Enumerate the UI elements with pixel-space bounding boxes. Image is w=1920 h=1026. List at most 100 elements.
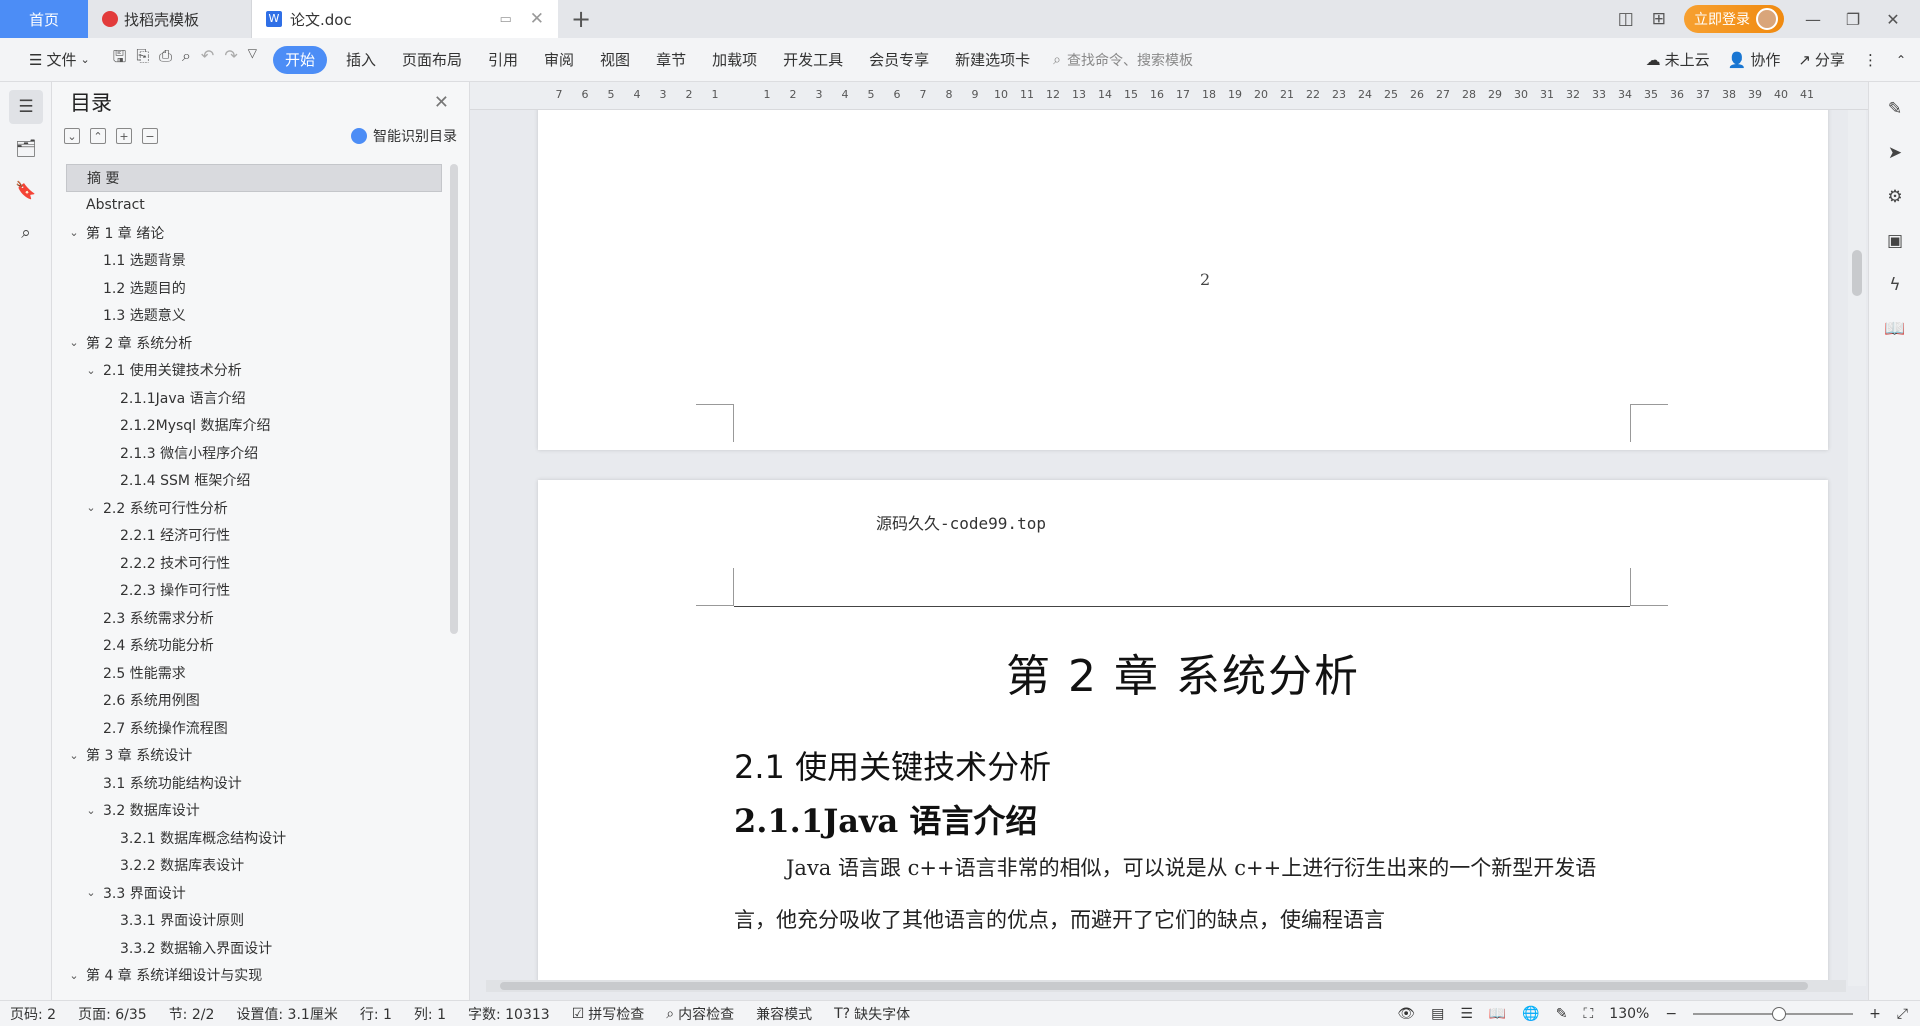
add-tab-button[interactable]: + [558, 0, 604, 38]
tab-view[interactable]: 视图 [587, 46, 643, 74]
navigation-icon[interactable]: 🗂 [9, 132, 43, 166]
chevron-down-icon[interactable]: ⌄ [83, 501, 99, 514]
toc-item[interactable]: ⌄ 3.3 界面设计 [66, 879, 442, 907]
vertical-scroll-thumb[interactable] [1852, 250, 1862, 296]
status-setting[interactable]: 设置值: 3.1厘米 [236, 1004, 337, 1024]
toc-item[interactable]: Abstract [66, 192, 442, 220]
spell-check-button[interactable]: ☑ 拼写检查 [572, 1004, 645, 1024]
toc-item[interactable]: 1.1 选题背景 [66, 247, 442, 275]
minimize-icon[interactable]: — [1802, 10, 1824, 29]
fullscreen-icon[interactable]: ⤢ [1897, 1006, 1908, 1022]
zoom-in-icon[interactable]: + [1869, 1006, 1881, 1022]
save-icon[interactable]: 🖫 [113, 46, 127, 73]
toc-item[interactable]: ⌄ 第 1 章 绪论 [66, 219, 442, 247]
image-tools-icon[interactable]: ▣ [1878, 224, 1912, 258]
toc-item[interactable]: ⌄ 第 2 章 系统分析 [66, 329, 442, 357]
close-window-icon[interactable]: ✕ [1882, 10, 1904, 29]
toc-item[interactable]: 2.6 系统用例图 [66, 687, 442, 715]
tab-insert[interactable]: 插入 [333, 46, 389, 74]
toc-item[interactable]: 2.2.2 技术可行性 [66, 549, 442, 577]
collab-button[interactable]: 👤 协作 [1728, 49, 1781, 70]
tab-review[interactable]: 审阅 [531, 46, 587, 74]
tab-developer[interactable]: 开发工具 [770, 46, 856, 74]
restore-icon[interactable]: ❐ [1842, 10, 1864, 29]
zoom-out-icon[interactable]: − [1665, 1006, 1677, 1022]
toc-item[interactable]: 2.4 系统功能分析 [66, 632, 442, 660]
toc-item[interactable]: 2.1.4 SSM 框架介绍 [66, 467, 442, 495]
lightning-icon[interactable]: ϟ [1878, 268, 1912, 302]
toc-item[interactable]: ⌄ 2.1 使用关键技术分析 [66, 357, 442, 385]
section-heading[interactable]: 2.1 使用关键技术分析 [734, 742, 1051, 788]
cursor-icon[interactable]: ➤ [1878, 136, 1912, 170]
preview-icon[interactable]: ⌕ [182, 46, 191, 73]
tab-member[interactable]: 会员专享 [856, 46, 942, 74]
collapse-ribbon-icon[interactable]: ⌃ [1896, 53, 1906, 67]
tab-reference[interactable]: 引用 [475, 46, 531, 74]
close-icon[interactable]: ✕ [434, 92, 449, 113]
toc-scrollbar[interactable] [450, 164, 458, 634]
vertical-scrollbar[interactable] [1848, 110, 1866, 986]
read-view-icon[interactable]: 📖 [1489, 1006, 1506, 1022]
expand-all-icon[interactable]: ⌃ [90, 128, 106, 144]
share-button[interactable]: ↗ 分享 [1798, 49, 1845, 70]
toc-item[interactable]: 3.2.1 数据库概念结构设计 [66, 824, 442, 852]
toc-item[interactable]: 3.3.1 界面设计原则 [66, 907, 442, 935]
close-tab-icon[interactable]: ✕ [530, 9, 544, 29]
tab-template[interactable]: 找稻壳模板 [88, 0, 252, 38]
chevron-down-icon[interactable]: ⌄ [66, 749, 82, 762]
tab-document[interactable]: W 论文.doc ▭ ✕ [252, 0, 558, 38]
status-pages[interactable]: 页面: 6/35 [78, 1004, 147, 1024]
smart-toc-button[interactable]: 智能识别目录 [351, 126, 457, 146]
fit-screen-icon[interactable]: ⛶ [1583, 1006, 1593, 1022]
tab-addins[interactable]: 加载项 [699, 46, 770, 74]
chevron-down-icon[interactable]: ⌄ [66, 336, 82, 349]
status-section[interactable]: 节: 2/2 [169, 1004, 215, 1024]
toc-item[interactable]: ⌄ 第 3 章 系统设计 [66, 742, 442, 770]
more-icon[interactable]: ⋮ [1863, 51, 1878, 69]
toc-item[interactable]: 1.3 选题意义 [66, 302, 442, 330]
export-icon[interactable]: ⎘ [136, 46, 149, 73]
undo-icon[interactable]: ↶ [201, 46, 214, 73]
pen-mode-icon[interactable]: ✎ [1556, 1006, 1568, 1022]
status-page[interactable]: 页码: 2 [10, 1004, 56, 1024]
body-paragraph[interactable]: Java 语言跟 c++语言非常的相似，可以说是从 c++上进行衍生出来的一个新… [734, 842, 1634, 946]
toc-item[interactable]: ⌄ 3.2 数据库设计 [66, 797, 442, 825]
tab-chapter[interactable]: 章节 [643, 46, 699, 74]
eye-icon[interactable]: 👁 [1397, 1006, 1415, 1022]
toc-item[interactable]: 2.2.3 操作可行性 [66, 577, 442, 605]
page-view-icon[interactable]: ▤ [1431, 1006, 1444, 1022]
find-icon[interactable]: ⌕ [9, 216, 43, 250]
chevron-down-icon[interactable]: ⌄ [83, 886, 99, 899]
outline-view-icon[interactable]: ☰ [1460, 1006, 1473, 1022]
horizontal-scroll-thumb[interactable] [500, 982, 1808, 990]
toc-item[interactable]: 3.2.2 数据库表设计 [66, 852, 442, 880]
tab-start[interactable]: 开始 [272, 45, 327, 74]
content-check-button[interactable]: ⌕ 内容检查 [666, 1004, 734, 1024]
toc-item[interactable]: 3.3.2 数据输入界面设计 [66, 934, 442, 962]
print-icon[interactable]: ⎙ [159, 46, 172, 73]
layout-icon[interactable]: ◫ [1618, 9, 1634, 29]
zoom-knob[interactable] [1772, 1006, 1787, 1021]
missing-font-button[interactable]: T? 缺失字体 [834, 1004, 910, 1024]
tab-new[interactable]: 新建选项卡 [942, 46, 1043, 74]
apps-grid-icon[interactable]: ⊞ [1652, 9, 1666, 29]
toc-item[interactable]: 2.2.1 经济可行性 [66, 522, 442, 550]
file-menu[interactable]: ☰ 文件 ⌄ [16, 46, 103, 74]
adjust-icon[interactable]: ⚙ [1878, 180, 1912, 214]
toc-panel-icon[interactable]: ☰ [9, 90, 43, 124]
toc-item[interactable]: 2.1.3 微信小程序介绍 [66, 439, 442, 467]
more-quick-icon[interactable]: ▽ [248, 46, 257, 73]
zoom-slider[interactable] [1693, 1006, 1854, 1021]
reading-icon[interactable]: 📖 [1878, 312, 1912, 346]
toc-item[interactable]: 2.5 性能需求 [66, 659, 442, 687]
tab-home[interactable]: 首页 [0, 0, 88, 38]
pin-icon[interactable]: ▭ [499, 12, 511, 27]
subsection-heading[interactable]: 2.1.1Java 语言介绍 [734, 796, 1037, 842]
web-view-icon[interactable]: 🌐 [1522, 1006, 1539, 1022]
chevron-down-icon[interactable]: ⌄ [66, 969, 82, 982]
add-heading-icon[interactable]: + [116, 128, 132, 144]
cloud-status-button[interactable]: ☁ 未上云 [1646, 49, 1710, 70]
tab-layout[interactable]: 页面布局 [389, 46, 475, 74]
remove-heading-icon[interactable]: − [142, 128, 158, 144]
toc-item[interactable]: 2.3 系统需求分析 [66, 604, 442, 632]
